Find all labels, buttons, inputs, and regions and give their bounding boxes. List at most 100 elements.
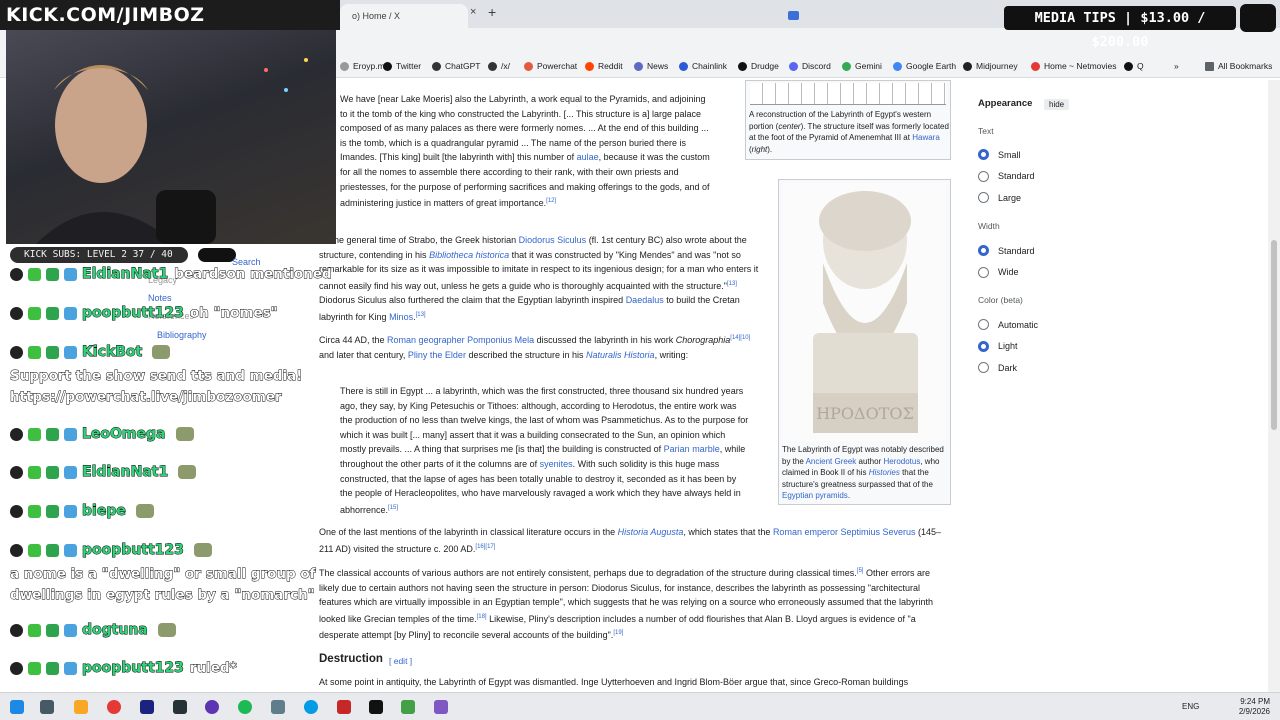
file-explorer-icon[interactable]	[74, 700, 88, 714]
steam-icon[interactable]	[140, 700, 154, 714]
chat-username[interactable]: KickBot	[82, 344, 143, 361]
citation[interactable]: [12]	[546, 198, 556, 204]
tab-media-icon[interactable]	[788, 11, 799, 20]
app-icon[interactable]	[205, 700, 219, 714]
color-theme-option[interactable]: Dark	[978, 362, 1017, 373]
bookmark-item[interactable]: Powerchat	[524, 61, 577, 71]
citation[interactable]: [14][10]	[730, 335, 750, 341]
link-minos[interactable]: Minos	[389, 312, 413, 322]
citation[interactable]: [13]	[727, 281, 737, 287]
app-icon[interactable]	[173, 700, 187, 714]
chat-username[interactable]: poopbutt123	[82, 305, 185, 322]
bookmark-item[interactable]: Drudge	[738, 61, 779, 71]
width-option[interactable]: Wide	[978, 266, 1019, 278]
chat-username[interactable]: poopbutt123	[82, 660, 185, 677]
clock-time: 9:24 PM	[1240, 697, 1270, 706]
color-theme-option[interactable]: Light	[978, 340, 1018, 352]
text-size-option[interactable]: Small	[978, 149, 1021, 160]
citation[interactable]: [15]	[388, 505, 398, 511]
chat-username[interactable]: poopbutt123	[82, 542, 185, 559]
chat-username[interactable]: EldianNat1	[82, 266, 169, 283]
spotify-icon[interactable]	[238, 700, 252, 714]
stream-chat: EldianNat1 beardson mentioned poopbutt123 o…	[6, 262, 333, 692]
link-herodotus[interactable]: Herodotus	[883, 457, 920, 466]
page-scrollbar[interactable]	[1268, 80, 1280, 692]
all-bookmarks-label: All Bookmarks	[1218, 61, 1273, 71]
color-theme-option[interactable]: Automatic	[978, 319, 1038, 330]
link-pliny[interactable]: Pliny the Elder	[408, 350, 466, 360]
bookmark-item[interactable]: Eroyp.me	[340, 61, 389, 71]
text: Diodorus Siculus also furthered the clai…	[319, 295, 624, 306]
bookmark-item[interactable]: News	[634, 61, 668, 71]
bookmark-item[interactable]: Q	[1124, 61, 1144, 71]
start-icon[interactable]	[10, 700, 24, 714]
hide-button[interactable]: hide	[1044, 99, 1070, 110]
citation[interactable]: [5]	[857, 568, 864, 574]
link-septimius-severus[interactable]: Roman emperor Septimius Severus	[773, 527, 916, 537]
app-icon[interactable]	[434, 700, 448, 714]
radio-button[interactable]	[978, 170, 989, 182]
chrome-icon[interactable]	[107, 700, 121, 714]
radio-button[interactable]	[978, 319, 989, 330]
app-icon[interactable]	[271, 700, 285, 714]
bookmark-icon	[893, 61, 902, 71]
system-clock[interactable]: 9:24 PM 2/9/2026	[1239, 697, 1270, 717]
chat-username[interactable]: dogtuna	[82, 622, 149, 639]
citation[interactable]: [18]	[477, 614, 487, 620]
radio-button[interactable]	[978, 245, 989, 256]
link-egyptian-pyramids[interactable]: Egyptian pyramids	[782, 491, 848, 500]
bookmark-item[interactable]: Discord	[789, 61, 831, 71]
x-app-icon[interactable]	[369, 700, 383, 714]
link-histories[interactable]: Histories	[869, 468, 900, 477]
task-view-icon[interactable]	[40, 700, 54, 714]
radio-button[interactable]	[978, 340, 989, 352]
all-bookmarks-folder[interactable]: All Bookmarks	[1205, 61, 1272, 71]
bookmark-label: Gemini	[855, 61, 882, 71]
tab-close-icon[interactable]: ×	[470, 6, 476, 18]
link-syenites[interactable]: syenites	[540, 459, 573, 469]
telegram-icon[interactable]	[304, 700, 318, 714]
bookmark-item[interactable]: Midjourney	[963, 61, 1018, 71]
radio-button[interactable]	[978, 266, 989, 278]
link-bibliotheca[interactable]: Bibliotheca historica	[429, 250, 509, 260]
chat-username[interactable]: LeoOmega	[82, 426, 166, 443]
herodotus-bust-image[interactable]: ΗΡΟΔΟΤΟΣ	[783, 183, 946, 441]
radio-button[interactable]	[978, 362, 989, 373]
bookmark-item[interactable]: Home ~ Netmovies	[1031, 61, 1117, 71]
app-icon[interactable]	[337, 700, 351, 714]
scrollbar-thumb[interactable]	[1271, 240, 1277, 430]
reconstruction-image[interactable]	[750, 83, 946, 105]
edit-link[interactable]: [ edit ]	[389, 656, 412, 666]
width-option[interactable]: Standard	[978, 245, 1035, 256]
text-size-option[interactable]: Standard	[978, 170, 1035, 182]
bookmark-item[interactable]: Chainlink	[679, 61, 727, 71]
link-naturalis-historia[interactable]: Naturalis Historia	[586, 350, 655, 360]
language-indicator[interactable]: ENG	[1182, 702, 1199, 711]
link-aulae[interactable]: aulae	[577, 152, 599, 162]
link-diodorus[interactable]: Diodorus Siculus	[519, 235, 587, 245]
citation[interactable]: [16][17]	[475, 544, 495, 550]
bookmark-item[interactable]: Twitter	[383, 61, 421, 71]
bookmarks-overflow-icon[interactable]: »	[1174, 61, 1179, 71]
citation[interactable]: [13]	[416, 312, 426, 318]
app-icon[interactable]	[401, 700, 415, 714]
bookmark-item[interactable]: Google Earth	[893, 61, 956, 71]
link-pomponius-mela[interactable]: Roman geographer Pomponius Mela	[387, 335, 534, 345]
tab-active[interactable]: o) Home / X	[340, 4, 799, 28]
citation[interactable]: [19]	[613, 630, 623, 636]
text-size-option[interactable]: Large	[978, 192, 1021, 203]
link-ancient-greek[interactable]: Ancient Greek	[806, 457, 857, 466]
radio-button[interactable]	[978, 149, 989, 160]
chat-username[interactable]: biepe	[82, 503, 127, 520]
link-parian-marble[interactable]: Parian marble	[664, 444, 720, 454]
bookmark-item[interactable]: ChatGPT	[432, 61, 480, 71]
bookmark-item[interactable]: /x/	[488, 61, 510, 71]
link-historia-augusta[interactable]: Historia Augusta	[618, 527, 684, 537]
link-daedalus[interactable]: Daedalus	[626, 295, 664, 305]
new-tab-icon[interactable]: +	[488, 4, 496, 20]
chat-username[interactable]: EldianNat1	[82, 464, 169, 481]
bookmark-item[interactable]: Reddit	[585, 61, 623, 71]
bookmark-item[interactable]: Gemini	[842, 61, 882, 71]
radio-button[interactable]	[978, 192, 989, 203]
link-hawara[interactable]: Hawara	[912, 133, 940, 142]
